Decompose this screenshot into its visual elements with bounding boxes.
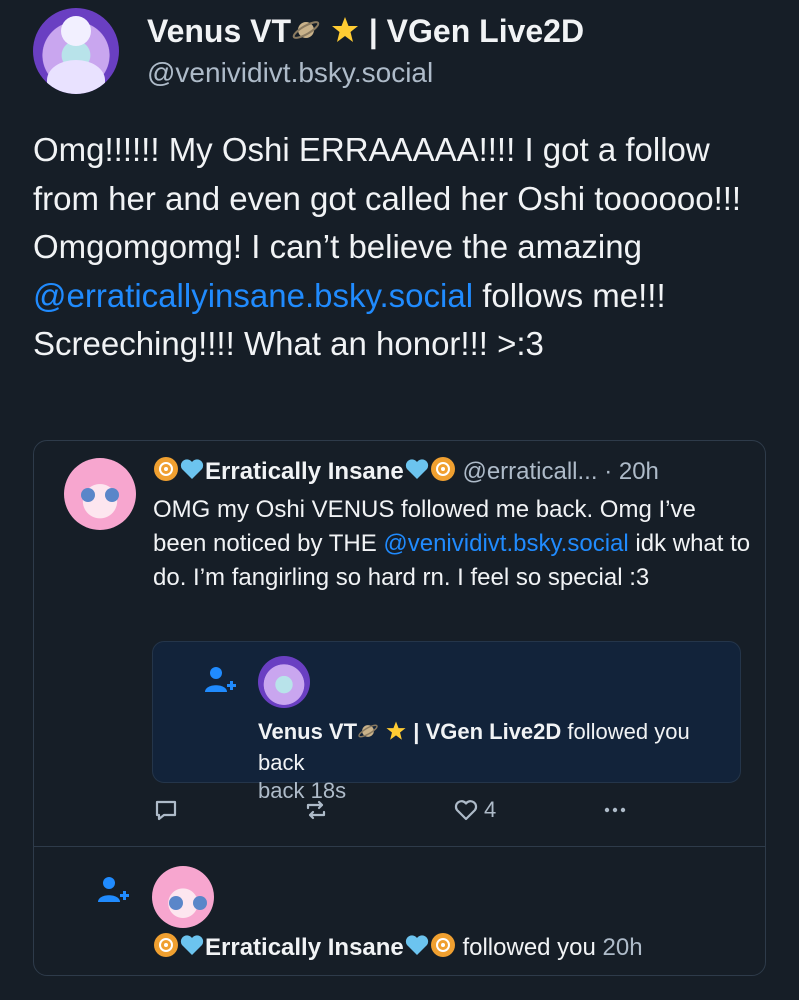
blue-heart-icon bbox=[179, 456, 205, 492]
post-text-part: Omg!!!!!! My Oshi ERRAAAAA!!!! I got a f… bbox=[33, 131, 742, 265]
quoted-post[interactable]: Erratically Insane @erraticall... · 20h … bbox=[33, 440, 766, 976]
quote-author-avatar[interactable] bbox=[64, 458, 136, 530]
biohazard-icon bbox=[430, 456, 456, 492]
author-display-name[interactable]: Venus VT | VGen Live2D bbox=[147, 11, 584, 54]
follow-action-text: followed you bbox=[462, 934, 596, 961]
biohazard-icon bbox=[430, 932, 456, 968]
quote-mention-link[interactable]: @venividivt.bsky.social bbox=[383, 530, 628, 557]
quote-body: OMG my Oshi VENUS followed me back. Omg … bbox=[153, 493, 753, 595]
biohazard-icon bbox=[153, 456, 179, 492]
author-name-suffix: | VGen Live2D bbox=[368, 13, 585, 49]
quote-author-handle[interactable]: @erraticall... bbox=[462, 458, 597, 485]
follower-avatar[interactable] bbox=[152, 866, 214, 928]
star-icon bbox=[385, 720, 407, 749]
author-avatar[interactable] bbox=[33, 8, 119, 94]
follow-time: 20h bbox=[595, 934, 643, 961]
like-button[interactable]: 4 bbox=[452, 796, 496, 824]
post-mention-link[interactable]: @erraticallyinsane.bsky.social bbox=[33, 277, 473, 314]
like-count: 4 bbox=[484, 797, 497, 822]
planet-icon bbox=[291, 14, 321, 54]
quote-timestamp[interactable]: · 20h bbox=[604, 458, 659, 485]
divider bbox=[34, 846, 765, 847]
post-action-bar: 4 bbox=[34, 796, 765, 836]
person-plus-icon bbox=[98, 877, 129, 902]
embedded-notification-text: Venus VT | VGen Live2D followed you back… bbox=[258, 718, 728, 805]
author-name-text: Venus VT bbox=[147, 13, 292, 49]
blue-heart-icon bbox=[179, 932, 205, 968]
author-handle[interactable]: @venividivt.bsky.social bbox=[147, 55, 584, 91]
more-icon bbox=[604, 807, 626, 813]
blue-heart-icon bbox=[404, 932, 430, 968]
reply-button[interactable] bbox=[152, 796, 180, 824]
embedded-notification: Venus VT | VGen Live2D followed you back… bbox=[152, 641, 741, 803]
post-author[interactable]: Venus VT | VGen Live2D @venividivt.bsky.… bbox=[33, 8, 584, 94]
notification-name: Venus VT bbox=[258, 719, 358, 744]
reply-icon bbox=[155, 800, 177, 821]
blue-heart-icon bbox=[404, 456, 430, 492]
quote-author-name[interactable]: Erratically Insane bbox=[205, 458, 404, 485]
post-body: Omg!!!!!! My Oshi ERRAAAAA!!!! I got a f… bbox=[33, 126, 773, 369]
repost-button[interactable] bbox=[302, 796, 330, 824]
more-button[interactable] bbox=[601, 796, 629, 824]
notification-name-suffix: | VGen Live2D bbox=[413, 719, 562, 744]
repost-icon bbox=[306, 800, 326, 820]
biohazard-icon bbox=[153, 932, 179, 968]
person-plus-icon bbox=[205, 667, 236, 692]
follower-name[interactable]: Erratically Insane bbox=[205, 934, 404, 961]
heart-icon bbox=[454, 800, 478, 821]
quote-header: Erratically Insane @erraticall... · 20h bbox=[153, 455, 659, 492]
bottom-follow-notification[interactable]: Erratically Insane followed you 20h bbox=[153, 931, 643, 968]
notification-avatar bbox=[258, 656, 310, 708]
planet-icon bbox=[357, 720, 379, 749]
star-icon bbox=[330, 14, 360, 54]
